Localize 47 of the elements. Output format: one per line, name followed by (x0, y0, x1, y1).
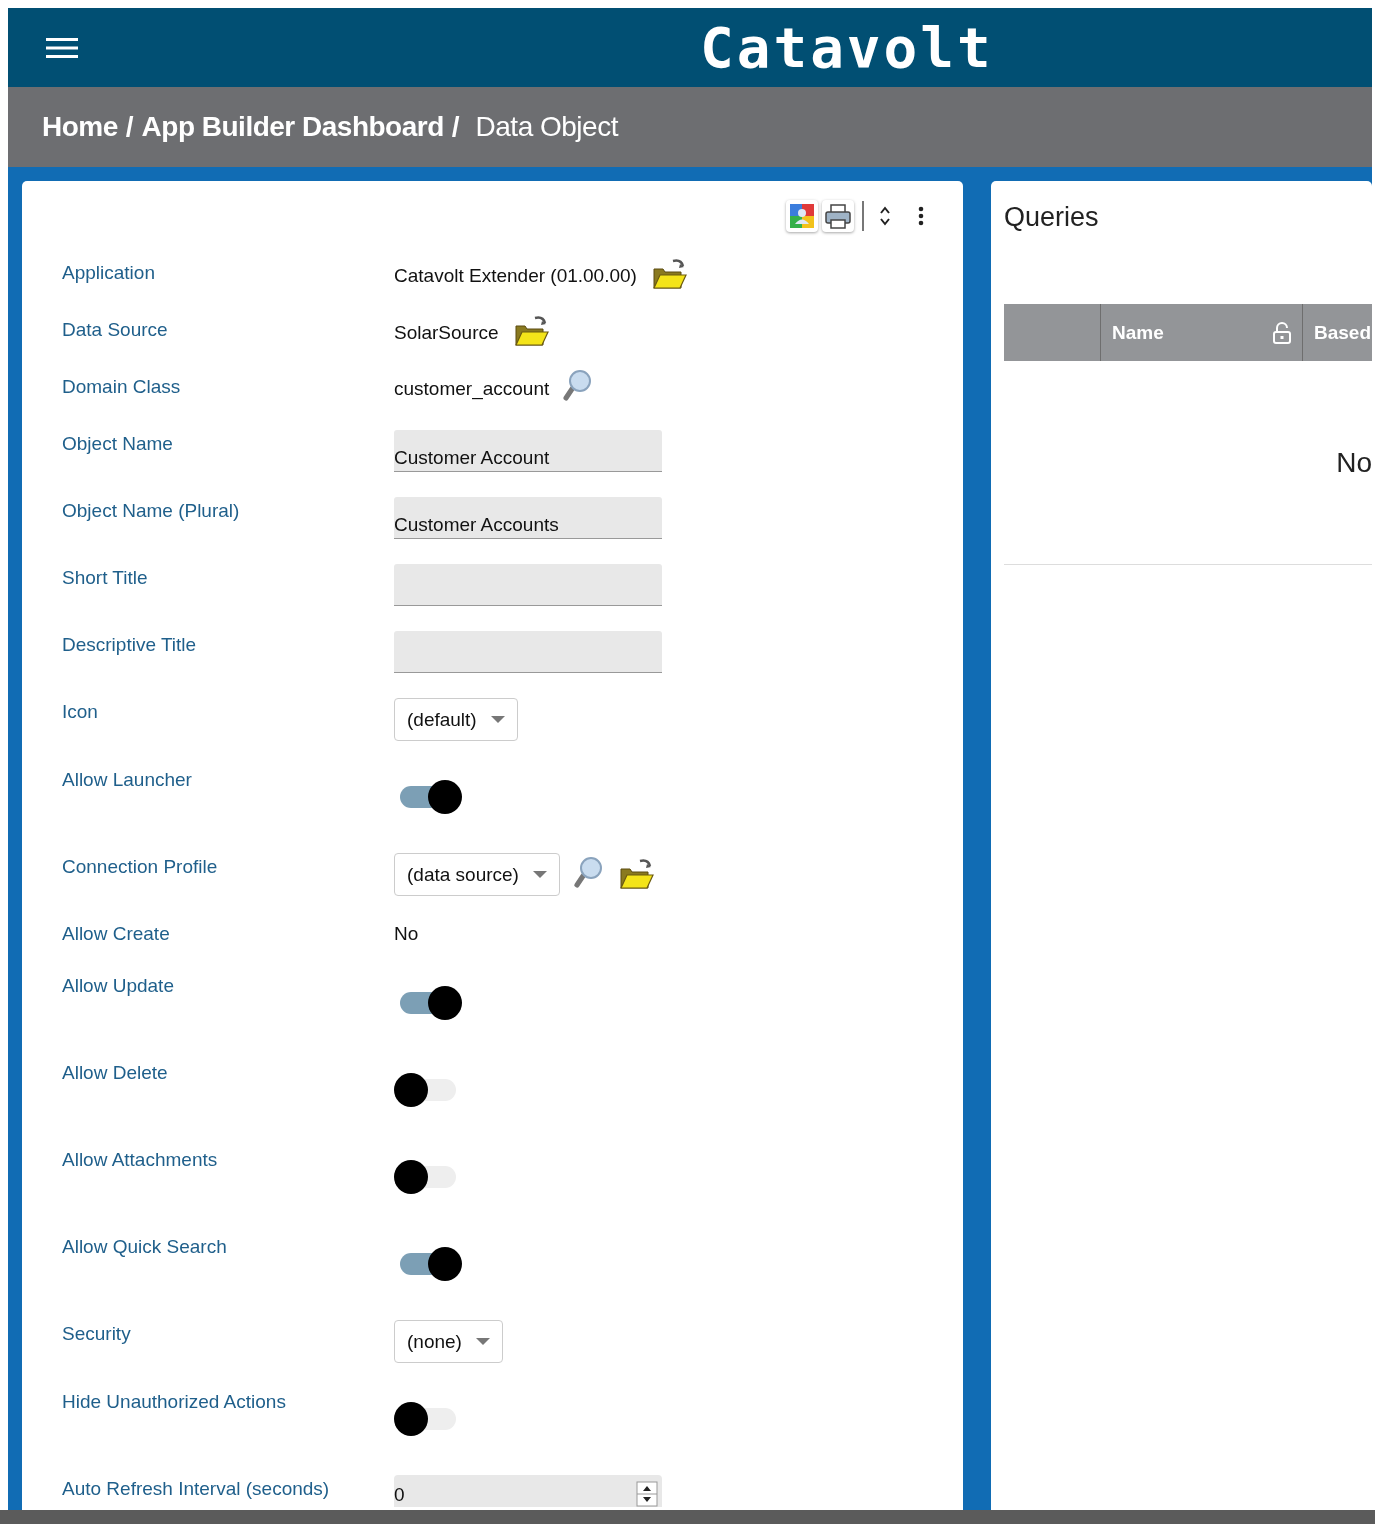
field-label: Allow Update (62, 974, 175, 998)
magnifier-icon[interactable] (563, 369, 594, 403)
field-label: Hide Unauthorized Actions (62, 1390, 287, 1414)
color-grid-icon[interactable] (786, 200, 818, 232)
field-label: Application (62, 261, 156, 285)
field-value: SolarSource (394, 321, 499, 345)
printer-icon[interactable] (822, 200, 854, 232)
field-label: Auto Refresh Interval (seconds) (62, 1477, 331, 1501)
field-value: No (394, 922, 419, 946)
field-label: Icon (62, 700, 99, 724)
dropdown[interactable]: (data source) (394, 853, 560, 896)
menu-icon[interactable] (46, 36, 78, 59)
input-field[interactable]: Customer Accounts (394, 497, 662, 539)
padlock-icon[interactable] (1272, 320, 1292, 345)
empty-message: No (1336, 446, 1372, 479)
field-label: Short Title (62, 566, 149, 590)
field-label: Allow Launcher (62, 768, 193, 792)
logo: Catavolt (700, 19, 994, 76)
input-field[interactable] (394, 564, 662, 606)
number-field[interactable]: 0 (394, 1475, 662, 1507)
dropdown[interactable]: (default) (394, 698, 518, 741)
field-label: Security (62, 1322, 132, 1346)
field-label: Allow Delete (62, 1061, 169, 1085)
breadcrumb-separator: / (451, 111, 460, 143)
panel-title: Queries (1004, 201, 1099, 233)
spinner-icon[interactable] (636, 1481, 658, 1507)
field-label: Allow Attachments (62, 1148, 219, 1172)
field-label: Descriptive Title (62, 633, 198, 657)
field-label: Data Source (62, 318, 169, 342)
breadcrumb-link[interactable]: Home (42, 111, 118, 143)
more-options-icon[interactable] (918, 206, 924, 226)
breadcrumb-separator: / (125, 111, 134, 143)
dropdown[interactable]: (none) (394, 1320, 503, 1363)
expand-collapse-icon[interactable] (878, 204, 892, 228)
field-label: Domain Class (62, 375, 182, 399)
field-value: customer_account (394, 377, 550, 401)
input-field[interactable] (394, 631, 662, 673)
breadcrumb-link[interactable]: App Builder Dashboard (141, 111, 444, 143)
field-label: Connection Profile (62, 855, 219, 879)
field-value: Catavolt Extender (01.00.00) (394, 264, 637, 288)
field-label: Object Name (62, 432, 174, 456)
input-field[interactable]: Customer Account (394, 430, 662, 472)
magnifier-icon[interactable] (573, 855, 604, 890)
breadcrumb-link[interactable]: Data Object (475, 111, 618, 143)
field-label: Allow Quick Search (62, 1235, 228, 1259)
field-label: Object Name (Plural) (62, 499, 241, 523)
field-label: Allow Create (62, 922, 171, 946)
